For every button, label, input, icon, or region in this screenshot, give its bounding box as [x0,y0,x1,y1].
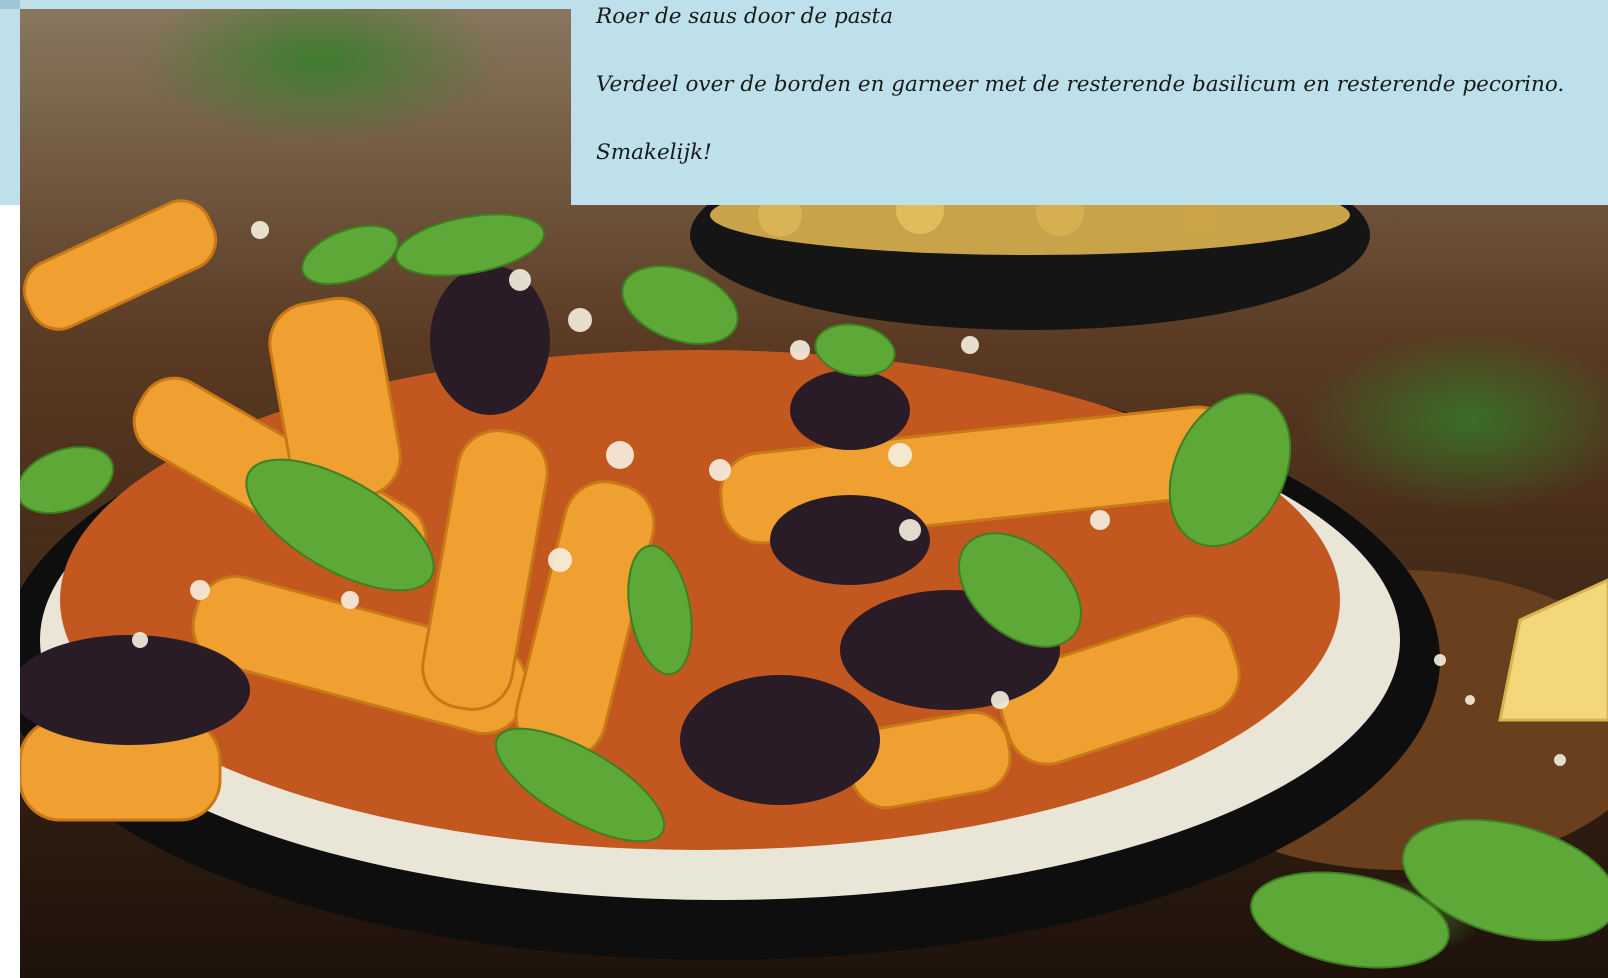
left-color-bar [0,0,20,205]
left-color-bar-accent [0,0,20,9]
recipe-step-enjoy: Smakelijk! [596,140,712,165]
recipe-step-stir-sauce: Roer de saus door de pasta [596,4,894,29]
recipe-step-serve-garnish: Verdeel over de borden en garneer met de… [596,72,1565,97]
recipe-steps-panel: Roer de saus door de pasta Verdeel over … [571,0,1608,205]
